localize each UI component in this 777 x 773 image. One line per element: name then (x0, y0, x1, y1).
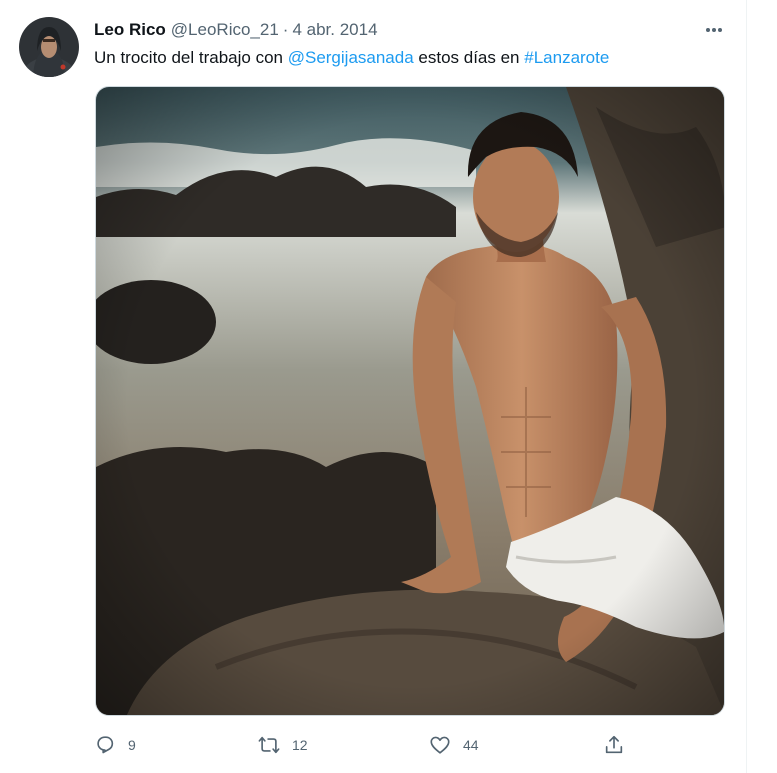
heart-icon (430, 736, 450, 754)
timeline-border (746, 0, 747, 773)
tweet-text-middle: estos días en (413, 48, 525, 67)
mention-link[interactable]: @Sergijasanada (288, 48, 414, 67)
more-horizontal-icon[interactable] (700, 17, 728, 43)
retweet-button[interactable]: 12 (258, 730, 308, 760)
share-icon (605, 735, 623, 754)
user-handle[interactable]: @LeoRico_21 (171, 20, 279, 40)
tweet-photo[interactable] (95, 86, 725, 716)
retweet-count: 12 (292, 737, 308, 753)
tweet-text: Un trocito del trabajo con @Sergijasanad… (94, 46, 609, 70)
reply-button[interactable]: 9 (94, 730, 136, 760)
header-separator: · (282, 20, 289, 39)
tweet-text-before: Un trocito del trabajo con (94, 48, 288, 67)
reply-icon (97, 736, 114, 754)
like-count: 44 (463, 737, 479, 753)
hashtag-link[interactable]: #Lanzarote (524, 48, 609, 67)
like-button[interactable]: 44 (429, 730, 479, 760)
retweet-icon (258, 736, 280, 754)
avatar[interactable] (19, 17, 79, 77)
reply-count: 9 (128, 737, 136, 753)
tweet-date[interactable]: 4 abr. 2014 (292, 20, 377, 40)
tweet-actions: 9 12 44 (0, 730, 777, 760)
tweet-header: Leo Rico @LeoRico_21 · 4 abr. 2014 (94, 19, 378, 41)
display-name[interactable]: Leo Rico (94, 20, 166, 40)
share-button[interactable] (603, 730, 625, 760)
